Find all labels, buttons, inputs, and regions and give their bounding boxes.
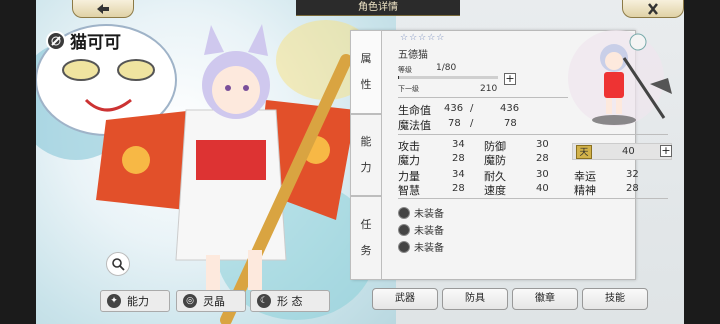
spirit-crystal-button-label: 灵晶 [203,295,225,308]
crystal-icon: ◎ [183,294,197,308]
tab-ability[interactable]: 能 力 [350,114,382,196]
stat-magic-defense-value: 28 [536,153,549,164]
left-letterbox [0,0,36,324]
form-icon: ☾ [257,294,271,308]
stat-endurance-value: 30 [536,169,549,180]
level-progress-bar [398,76,498,79]
allocate-points-button[interactable]: + [660,145,672,157]
form-button[interactable]: ☾ 形 态 [250,290,330,312]
tab-attributes[interactable]: 属 性 [350,30,382,114]
tab-attributes-char-2: 性 [360,78,372,91]
bonus-points-box: 天 40 [572,143,672,160]
stat-magic-defense-label: 魔防 [484,154,506,167]
hp-label: 生命值 [398,104,431,117]
ability-icon: ✦ [107,294,121,308]
level-value: 1/80 [436,63,457,73]
tab-quest-char-1: 任 [360,218,372,231]
back-button[interactable] [72,0,134,18]
level-up-button[interactable]: + [504,73,516,85]
level-label: 等级 [398,66,412,74]
equipment-slot-label: 未装备 [414,209,444,220]
divider [398,198,668,199]
stat-magic-value: 28 [452,153,465,164]
search-icon [112,258,125,271]
weapon-slot-icon [398,206,410,219]
armor-slot-icon [398,223,410,236]
level-progress-fill [398,76,400,79]
hp-value: 436 [444,103,464,114]
stat-attack-value: 34 [452,139,465,150]
page-title: 角色详情 [296,0,460,16]
tab-attributes-char-1: 属 [360,52,372,65]
bonus-value: 40 [622,146,635,157]
equipment-slot-label: 未装备 [414,243,444,254]
faction-emblem-icon [46,30,66,51]
equipment-slot-armor[interactable]: 未装备 [398,222,444,237]
character-chibi-portrait [568,30,672,126]
tab-quest-char-2: 务 [360,244,372,257]
form-button-label: 形 态 [277,295,303,308]
stat-defense-value: 30 [536,139,549,150]
stat-wisdom-label: 智慧 [398,184,420,197]
hp-separator: / [470,103,474,114]
tab-weapon[interactable]: 武器 [372,288,438,310]
stat-wisdom-value: 28 [452,183,465,194]
right-letterbox [684,0,720,324]
stat-speed-label: 速度 [484,184,506,197]
bonus-badge: 天 [576,144,592,159]
close-icon [648,2,658,15]
divider [398,134,668,135]
ability-button[interactable]: ✦ 能力 [100,290,170,312]
stat-spirit-value: 28 [626,183,639,194]
rarity-stars: ☆☆☆☆☆ [400,33,446,43]
spirit-crystal-button[interactable]: ◎ 灵晶 [176,290,246,312]
stat-magic-label: 魔力 [398,154,420,167]
character-class: 五德猫 [398,50,428,61]
tab-armor[interactable]: 防具 [442,288,508,310]
tab-quest[interactable]: 任 务 [350,196,382,280]
tab-skills[interactable]: 技能 [582,288,648,310]
character-detail-screen: 角色详情 猫可可 ✦ 能力 ◎ 灵晶 ☾ 形 态 属 性 能 力 任 务 ☆☆☆… [36,0,684,324]
stat-speed-value: 40 [536,183,549,194]
stat-strength-value: 34 [452,169,465,180]
back-arrow-icon [97,3,109,14]
ability-button-label: 能力 [127,295,149,308]
tab-badge[interactable]: 徽章 [512,288,578,310]
mp-separator: / [470,118,474,129]
equipment-slot-weapon[interactable]: 未装备 [398,205,444,220]
next-level-value: 210 [480,84,498,94]
mp-label: 魔法值 [398,119,431,132]
character-name-badge: 猫可可 [46,28,121,53]
character-name: 猫可可 [70,33,121,53]
hp-max: 436 [500,103,520,114]
zoom-artwork-button[interactable] [106,252,130,276]
close-button[interactable] [622,0,684,18]
next-level-label: 下一级 [398,85,419,93]
divider [398,97,568,98]
tab-ability-char-2: 力 [360,161,372,174]
mp-value: 78 [448,118,461,129]
equipment-slot-badge[interactable]: 未装备 [398,239,444,254]
stat-spirit-label: 精神 [574,184,596,197]
badge-slot-icon [398,240,410,253]
mp-max: 78 [504,118,517,129]
tab-ability-char-1: 能 [360,135,372,148]
equipment-slot-label: 未装备 [414,226,444,237]
stat-luck-value: 32 [626,169,639,180]
